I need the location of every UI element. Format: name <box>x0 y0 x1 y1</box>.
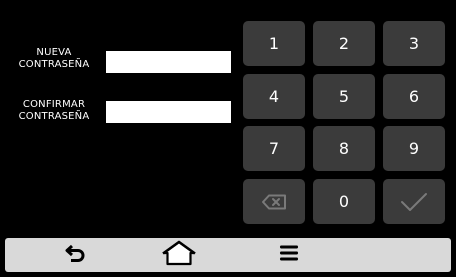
new-password-label-line1: NUEVA <box>36 47 72 58</box>
confirm-password-label-line1: CONFIRMAR <box>22 99 86 110</box>
key-3[interactable]: 3 <box>383 21 445 66</box>
new-password-label-line2: CONTRASEÑA <box>18 59 90 70</box>
key-9[interactable]: 9 <box>383 126 445 171</box>
key-4[interactable]: 4 <box>243 74 305 119</box>
key-6[interactable]: 6 <box>383 74 445 119</box>
key-5[interactable]: 5 <box>313 74 375 119</box>
home-button[interactable] <box>157 238 201 272</box>
confirm-password-label: CONFIRMAR CONTRASEÑA <box>4 99 104 123</box>
menu-button[interactable] <box>267 238 311 272</box>
back-arrow-icon <box>65 243 87 267</box>
checkmark-icon <box>399 191 429 213</box>
confirm-password-label-line2: CONTRASEÑA <box>18 111 90 122</box>
key-0[interactable]: 0 <box>313 179 375 224</box>
password-screen: NUEVA CONTRASEÑA CONFIRMAR CONTRASEÑA 1 … <box>0 0 456 277</box>
new-password-field[interactable] <box>106 51 231 73</box>
back-button[interactable] <box>54 238 98 272</box>
bottom-nav-bar <box>5 238 451 272</box>
new-password-label: NUEVA CONTRASEÑA <box>4 47 104 71</box>
confirm-password-field[interactable] <box>106 101 231 123</box>
home-icon <box>162 240 196 270</box>
backspace-icon <box>261 194 287 210</box>
key-8[interactable]: 8 <box>313 126 375 171</box>
key-7[interactable]: 7 <box>243 126 305 171</box>
confirm-button[interactable] <box>383 179 445 224</box>
backspace-button[interactable] <box>243 179 305 224</box>
menu-icon <box>279 244 299 266</box>
key-2[interactable]: 2 <box>313 21 375 66</box>
key-1[interactable]: 1 <box>243 21 305 66</box>
